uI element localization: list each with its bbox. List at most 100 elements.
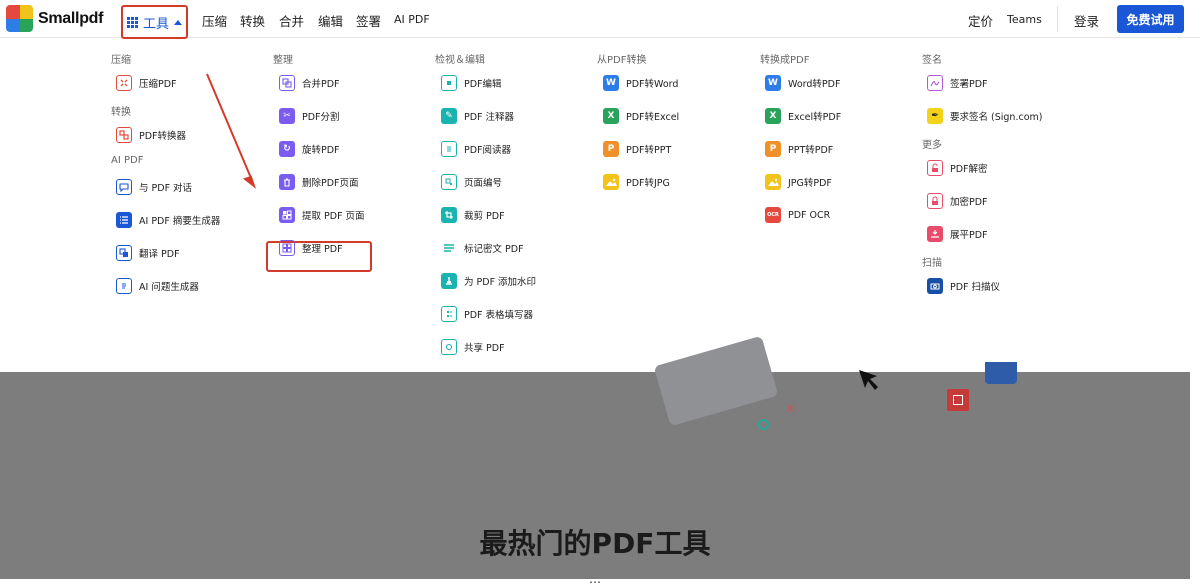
excel-icon: X xyxy=(603,108,619,124)
nav-pricing[interactable]: 定价 xyxy=(968,11,993,30)
menu-item-unlock-pdf[interactable]: PDF解密 xyxy=(927,160,988,176)
menu-item-delete-pages[interactable]: 删除PDF页面 xyxy=(279,174,359,190)
menu-item-pdf-to-ppt[interactable]: P PDF转PPT xyxy=(603,141,671,157)
menu-item-label: 删除PDF页面 xyxy=(302,178,359,189)
menu-item-extract-pages[interactable]: 提取 PDF 页面 xyxy=(279,207,365,223)
menu-item-label: AI 问题生成器 xyxy=(139,282,199,293)
menu-item-flatten-pdf[interactable]: 展平PDF xyxy=(927,226,988,242)
menu-item-label: 裁剪 PDF xyxy=(464,211,505,222)
tools-mega-menu: 压缩 压缩PDF 转换 PDF转换器 AI PDF 与 PDF 对话 AI PD… xyxy=(0,39,1190,372)
section-title-scan: 扫描 xyxy=(922,258,942,269)
hero-subtitle: … xyxy=(589,572,601,586)
menu-item-protect-pdf[interactable]: 加密PDF xyxy=(927,193,988,209)
menu-item-label: JPG转PDF xyxy=(788,178,832,189)
menu-item-compress-pdf[interactable]: 压缩PDF xyxy=(116,75,177,91)
menu-item-pdf-scanner[interactable]: PDF 扫描仪 xyxy=(927,278,1000,294)
menu-item-label: 翻译 PDF xyxy=(139,249,180,260)
section-title-from-pdf: 从PDF转换 xyxy=(597,55,647,66)
decorative-red-tile xyxy=(947,389,969,411)
nav-compress[interactable]: 压缩 xyxy=(202,11,227,30)
menu-item-excel-to-pdf[interactable]: X Excel转PDF xyxy=(765,108,841,124)
number-icon xyxy=(441,174,457,190)
menu-item-split-pdf[interactable]: ✂ PDF分割 xyxy=(279,108,340,124)
edit-icon xyxy=(441,75,457,91)
menu-item-crop-pdf[interactable]: 裁剪 PDF xyxy=(441,207,505,223)
menu-item-page-numbers[interactable]: 页面编号 xyxy=(441,174,502,190)
menu-item-redact-pdf[interactable]: 标记密文 PDF xyxy=(441,240,524,256)
menu-item-request-signature[interactable]: ✒ 要求签名 (Sign.com) xyxy=(927,108,1042,124)
share-icon xyxy=(441,339,457,355)
menu-item-chat-with-pdf[interactable]: 与 PDF 对话 xyxy=(116,179,192,195)
menu-item-label: PDF 扫描仪 xyxy=(950,282,1001,293)
scissors-icon: ✂ xyxy=(279,108,295,124)
menu-item-organize-pdf[interactable]: 整理 PDF xyxy=(279,240,343,256)
ppt-icon: P xyxy=(765,141,781,157)
section-title-to-pdf: 转换成PDF xyxy=(760,55,810,66)
trash-icon xyxy=(279,174,295,190)
brand-logo[interactable]: Smallpdf xyxy=(6,5,103,32)
menu-item-reader[interactable]: PDF阅读器 xyxy=(441,141,511,157)
menu-item-share-pdf[interactable]: 共享 PDF xyxy=(441,339,505,355)
section-title-compress: 压缩 xyxy=(111,55,131,66)
menu-item-pdf-ocr[interactable]: OCR PDF OCR xyxy=(765,207,830,223)
menu-item-label: PDF阅读器 xyxy=(464,145,512,156)
unlock-icon xyxy=(927,160,943,176)
nav-teams[interactable]: Teams xyxy=(1007,13,1042,26)
menu-item-translate-pdf[interactable]: 翻译 PDF xyxy=(116,245,180,261)
top-navigation-bar: Smallpdf 工具 压缩 转换 合并 编辑 签署 AI PDF 定价 Tea… xyxy=(0,0,1200,39)
camera-icon xyxy=(927,278,943,294)
decorative-word-tile xyxy=(985,362,1017,384)
nav-ai-pdf[interactable]: AI PDF xyxy=(394,13,430,26)
menu-item-ppt-to-pdf[interactable]: P PPT转PDF xyxy=(765,141,833,157)
menu-item-rotate-pdf[interactable]: ↻ 旋转PDF xyxy=(279,141,340,157)
menu-item-ai-question-generator[interactable]: AI 问题生成器 xyxy=(116,278,199,294)
jpg-icon xyxy=(603,174,619,190)
menu-item-label: PDF转JPG xyxy=(626,178,670,189)
nav-merge[interactable]: 合并 xyxy=(279,11,304,30)
menu-item-pdf-to-jpg[interactable]: PDF转JPG xyxy=(603,174,670,190)
doc-icon xyxy=(116,278,132,294)
menu-item-sign-pdf[interactable]: 签署PDF xyxy=(927,75,988,91)
menu-item-form-filler[interactable]: PDF 表格填写器 xyxy=(441,306,533,322)
menu-item-pdf-to-excel[interactable]: X PDF转Excel xyxy=(603,108,679,124)
menu-item-label: PDF 注释器 xyxy=(464,112,515,123)
free-trial-button[interactable]: 免费试用 xyxy=(1117,5,1184,33)
caret-up-icon xyxy=(174,19,182,25)
menu-item-label: 标记密文 PDF xyxy=(464,244,524,255)
menu-item-jpg-to-pdf[interactable]: JPG转PDF xyxy=(765,174,832,190)
nav-convert[interactable]: 转换 xyxy=(240,11,265,30)
menu-item-label: PDF 表格填写器 xyxy=(464,310,534,321)
menu-item-pdf-to-word[interactable]: W PDF转Word xyxy=(603,75,678,91)
menu-item-edit-pdf[interactable]: PDF编辑 xyxy=(441,75,502,91)
menu-item-label: 签署PDF xyxy=(950,79,988,90)
tools-menu-button[interactable]: 工具 xyxy=(121,5,188,39)
apps-grid-icon xyxy=(126,16,138,28)
login-link[interactable]: 登录 xyxy=(1074,11,1099,30)
menu-item-label: 压缩PDF xyxy=(139,79,177,90)
menu-item-label: PDF转Excel xyxy=(626,112,680,123)
menu-item-label: PPT转PDF xyxy=(788,145,834,156)
pen-icon: ✎ xyxy=(441,108,457,124)
crop-icon xyxy=(441,207,457,223)
section-title-ai-pdf: AI PDF xyxy=(111,155,144,166)
menu-item-annotator[interactable]: ✎ PDF 注释器 xyxy=(441,108,514,124)
excel-icon: X xyxy=(765,108,781,124)
convert-icon xyxy=(116,127,132,143)
menu-item-label: 整理 PDF xyxy=(302,244,343,255)
nav-sign[interactable]: 签署 xyxy=(356,11,381,30)
hero-section-overlay: 最热门的PDF工具 … xyxy=(0,372,1190,586)
section-title-view-edit: 检视＆编辑 xyxy=(435,55,485,66)
menu-item-label: 展平PDF xyxy=(950,230,988,241)
menu-item-word-to-pdf[interactable]: W Word转PDF xyxy=(765,75,840,91)
nav-edit[interactable]: 编辑 xyxy=(318,11,343,30)
jpg-icon xyxy=(765,174,781,190)
menu-item-label: 旋转PDF xyxy=(302,145,340,156)
section-title-sign: 签名 xyxy=(922,55,942,66)
grid-icon xyxy=(279,240,295,256)
menu-item-merge-pdf[interactable]: 合并PDF xyxy=(279,75,340,91)
menu-item-ai-summarizer[interactable]: AI PDF 摘要生成器 xyxy=(116,212,220,228)
menu-item-label: 与 PDF 对话 xyxy=(139,183,193,194)
menu-item-watermark[interactable]: 为 PDF 添加水印 xyxy=(441,273,536,289)
menu-item-pdf-converter[interactable]: PDF转换器 xyxy=(116,127,186,143)
mouse-cursor-icon xyxy=(859,370,878,390)
